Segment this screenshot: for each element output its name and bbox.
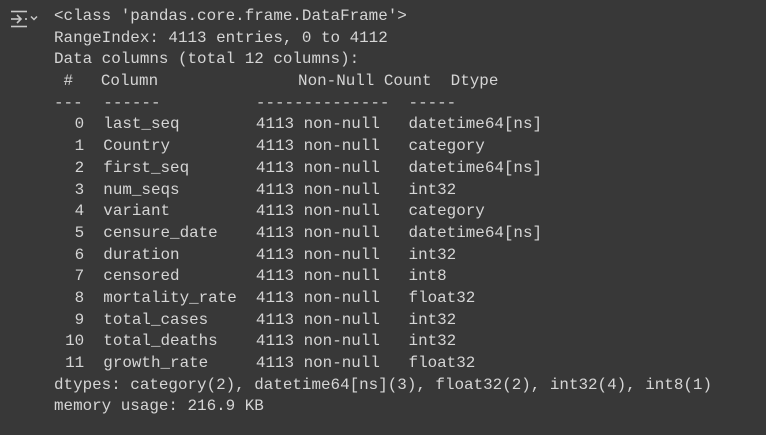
header-non-null: Non-Null Count xyxy=(298,72,432,91)
row-non-null-count: 4113 non-null xyxy=(255,180,380,199)
header-column: Column xyxy=(100,72,159,91)
separator-index: --- xyxy=(54,93,83,112)
table-row: 10 total_deaths 4113 non-null int32 xyxy=(54,331,712,353)
row-dtype: datetime64[ns] xyxy=(408,115,543,134)
row-dtype: datetime64[ns] xyxy=(408,223,543,242)
row-index: 11 xyxy=(65,354,85,372)
row-non-null-count: 4113 non-null xyxy=(255,137,380,156)
data-columns-line: Data columns (total 12 columns): xyxy=(54,50,360,69)
row-dtype: int32 xyxy=(408,245,457,264)
class-line: <class 'pandas.core.frame.DataFrame'> xyxy=(54,7,407,25)
table-row: 0 last_seq 4113 non-null datetime64[ns] xyxy=(54,114,712,136)
row-index: 10 xyxy=(65,332,85,351)
row-index: 4 xyxy=(74,202,85,221)
row-dtype: int32 xyxy=(408,180,457,199)
row-column-name: variant xyxy=(103,202,171,221)
row-non-null-count: 4113 non-null xyxy=(255,115,380,134)
row-dtype: category xyxy=(408,202,485,221)
table-row: 4 variant 4113 non-null category xyxy=(54,201,712,223)
table-separator-row: --- ------ -------------- ----- xyxy=(54,93,712,115)
separator-dtype: ----- xyxy=(408,93,457,112)
row-column-name: total_deaths xyxy=(103,332,218,351)
row-non-null-count: 4113 non-null xyxy=(255,223,380,242)
row-index: 9 xyxy=(74,310,85,329)
table-row: 7 censored 4113 non-null int8 xyxy=(54,266,712,288)
row-non-null-count: 4113 non-null xyxy=(255,245,380,264)
row-non-null-count: 4113 non-null xyxy=(255,354,380,372)
row-dtype: int32 xyxy=(408,310,457,329)
range-index-line: RangeIndex: 4113 entries, 0 to 4112 xyxy=(54,28,388,47)
dataframe-info-output: <class 'pandas.core.frame.DataFrame'> Ran… xyxy=(54,6,712,418)
table-row: 6 duration 4113 non-null int32 xyxy=(54,245,712,267)
row-index: 1 xyxy=(74,137,85,156)
separator-non-null: -------------- xyxy=(255,93,390,112)
row-column-name: last_seq xyxy=(103,115,180,134)
row-index: 3 xyxy=(74,180,85,199)
separator-column: ------ xyxy=(103,93,161,112)
row-non-null-count: 4113 non-null xyxy=(255,332,380,351)
row-dtype: float32 xyxy=(408,354,476,372)
row-non-null-count: 4113 non-null xyxy=(255,202,380,221)
row-index: 0 xyxy=(74,115,85,134)
row-column-name: mortality_rate xyxy=(103,288,237,307)
row-dtype: category xyxy=(408,137,485,156)
table-row: 11 growth_rate 4113 non-null float32 xyxy=(54,353,712,375)
header-dtype: Dtype xyxy=(450,72,499,91)
row-column-name: censored xyxy=(103,267,180,286)
row-index: 6 xyxy=(74,245,85,264)
row-dtype: datetime64[ns] xyxy=(408,158,543,177)
row-non-null-count: 4113 non-null xyxy=(255,158,380,177)
table-row: 8 mortality_rate 4113 non-null float32 xyxy=(54,288,712,310)
cell-output-area: <class 'pandas.core.frame.DataFrame'> Ran… xyxy=(0,0,766,435)
table-row: 1 Country 4113 non-null category xyxy=(54,136,712,158)
row-dtype: int32 xyxy=(408,332,457,351)
row-column-name: first_seq xyxy=(103,158,190,177)
table-row: 2 first_seq 4113 non-null datetime64[ns] xyxy=(54,158,712,180)
table-rows: 0 last_seq 4113 non-null datetime64[ns] 1 Cou… xyxy=(54,114,712,374)
row-index: 7 xyxy=(74,267,85,286)
row-non-null-count: 4113 non-null xyxy=(255,288,380,307)
row-dtype: int8 xyxy=(408,267,447,286)
row-column-name: num_seqs xyxy=(103,180,180,199)
row-index: 2 xyxy=(74,158,85,177)
row-index: 5 xyxy=(74,223,85,242)
row-column-name: Country xyxy=(103,137,171,156)
row-non-null-count: 4113 non-null xyxy=(255,267,380,286)
row-column-name: duration xyxy=(103,245,180,264)
row-column-name: total_cases xyxy=(103,310,209,329)
row-dtype: float32 xyxy=(408,288,476,307)
table-header-row: # Column Non-Null Count Dtype xyxy=(54,71,712,93)
memory-usage-line: memory usage: 216.9 KB xyxy=(54,397,264,416)
header-index: # xyxy=(63,72,74,91)
table-row: 3 num_seqs 4113 non-null int32 xyxy=(54,180,712,202)
dtypes-line: dtypes: category(2), datetime64[ns](3), … xyxy=(54,375,712,394)
row-non-null-count: 4113 non-null xyxy=(255,310,380,329)
row-index: 8 xyxy=(74,288,85,307)
table-row: 5 censure_date 4113 non-null datetime64[ns] xyxy=(54,223,712,245)
row-column-name: censure_date xyxy=(103,223,218,242)
row-column-name: growth_rate xyxy=(103,354,209,372)
table-row: 9 total_cases 4113 non-null int32 xyxy=(54,310,712,332)
clear-output-icon[interactable] xyxy=(8,8,38,30)
